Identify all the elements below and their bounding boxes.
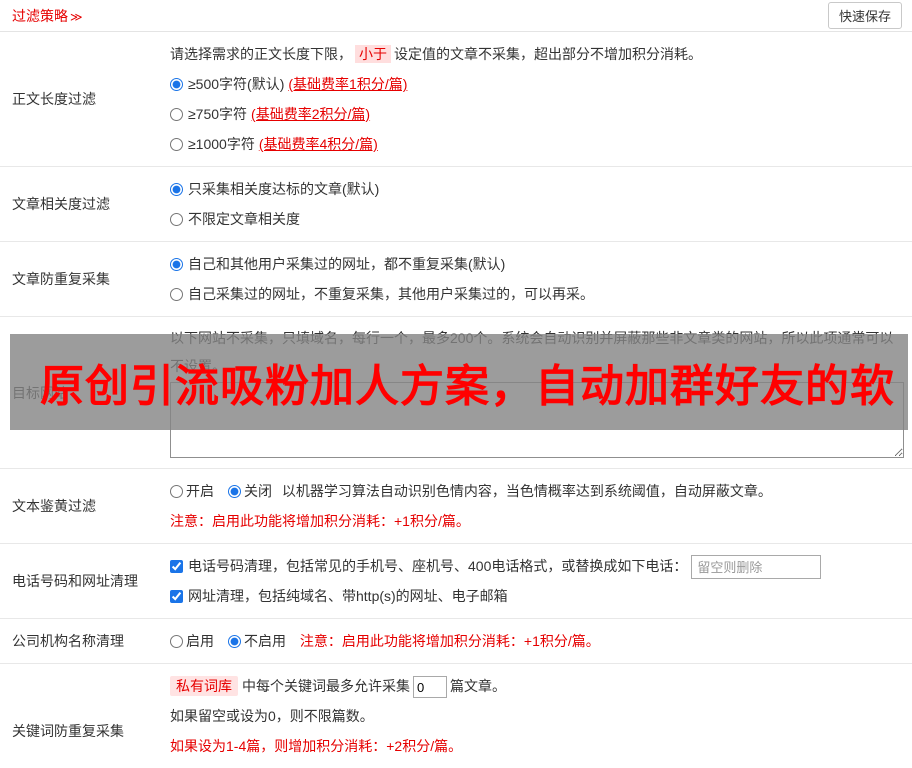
private-lexicon-tag: 私有词库: [170, 676, 238, 696]
target-sites-label: 目标网站: [12, 384, 68, 401]
length-750-fee-note: (基础费率2积分/篇): [251, 106, 371, 122]
page-title: 过滤策略 ≫: [12, 6, 83, 26]
porn-on-radio[interactable]: [170, 485, 183, 498]
keyword-limit-line: 私有词库中每个关键词最多允许采集 篇文章。: [170, 671, 904, 701]
porn-off-radio[interactable]: [228, 485, 241, 498]
length-750-radio[interactable]: [170, 108, 183, 121]
relevance-option-any: 不限定文章相关度: [170, 204, 904, 234]
keyword-dedup-label: 关键词防重复采集: [12, 723, 124, 739]
porn-on-text: 开启: [186, 483, 214, 499]
row-content-length: 正文长度过滤 请选择需求的正文长度下限， 小于 设定值的文章不采集，超出部分不增加积…: [0, 32, 912, 167]
target-sites-description: 以下网站不采集，只填域名，每行一个，最多200个。系统会自动识别并屏蔽那些非文章…: [170, 330, 894, 374]
length-1000-radio[interactable]: [170, 138, 183, 151]
less-than-highlight: 小于: [355, 45, 391, 63]
content-length-intro: 请选择需求的正文长度下限， 小于 设定值的文章不采集，超出部分不增加积分消耗。: [170, 39, 904, 69]
content-length-label: 正文长度过滤: [12, 91, 96, 107]
row-article-dedup: 文章防重复采集 自己和其他用户采集过的网址，都不重复采集(默认) 自己采集过的网…: [0, 242, 912, 317]
company-on-radio[interactable]: [170, 635, 183, 648]
length-option-1000: ≥1000字符 (基础费率4积分/篇): [170, 129, 904, 159]
length-1000-text: ≥1000字符: [188, 136, 255, 152]
row-porn-filter: 文本鉴黄过滤 开启 关闭 以机器学习算法自动识别色情内容，当色情概率达到系统阈值，…: [0, 468, 912, 544]
row-relevance: 文章相关度过滤 只采集相关度达标的文章(默认) 不限定文章相关度: [0, 167, 912, 242]
company-off-radio[interactable]: [228, 635, 241, 648]
dedup-self-text: 自己采集过的网址，不重复采集，其他用户采集过的，可以再采。: [188, 286, 594, 302]
keyword-note-zero: 如果留空或设为0，则不限篇数。: [170, 708, 374, 724]
page-title-text: 过滤策略: [12, 7, 68, 24]
quick-save-button[interactable]: 快速保存: [827, 2, 902, 29]
dedup-self-radio[interactable]: [170, 288, 183, 301]
dedup-option-global: 自己和其他用户采集过的网址，都不重复采集(默认): [170, 249, 904, 279]
collapse-chevron-icon[interactable]: ≫: [70, 10, 83, 24]
url-clean-line: 网址清理，包括纯域名、带http(s)的网址、电子邮箱: [170, 581, 904, 611]
intro-post-text: 设定值的文章不采集，超出部分不增加积分消耗。: [394, 46, 702, 62]
keyword-limit-end-text: 篇文章。: [450, 678, 506, 694]
relevance-any-text: 不限定文章相关度: [188, 211, 300, 227]
keyword-note-five: 如果设为5篇或以上，也不会额外增加积分消耗。注意事项≫: [170, 761, 904, 768]
company-clean-options: 启用 不启用 注意：启用此功能将增加积分消耗：+1积分/篇。: [170, 626, 904, 656]
porn-filter-cost-note: 注意：启用此功能将增加积分消耗：+1积分/篇。: [170, 513, 470, 529]
length-500-fee-note: (基础费率1积分/篇): [288, 76, 408, 92]
phone-url-label: 电话号码和网址清理: [12, 573, 138, 589]
length-500-radio[interactable]: [170, 78, 183, 91]
relevance-strict-radio[interactable]: [170, 183, 183, 196]
keyword-limit-mid-text: 中每个关键词最多允许采集: [242, 678, 410, 694]
url-clean-text: 网址清理，包括纯域名、带http(s)的网址、电子邮箱: [188, 588, 508, 604]
porn-filter-description: 以机器学习算法自动识别色情内容，当色情概率达到系统阈值，自动屏蔽文章。: [281, 483, 772, 499]
porn-off-text: 关闭: [244, 483, 272, 499]
row-target-sites: 目标网站 以下网站不采集，只填域名，每行一个，最多200个。系统会自动识别并屏蔽…: [0, 317, 912, 468]
topbar: 过滤策略 ≫ 快速保存: [0, 0, 912, 32]
excluded-sites-textarea[interactable]: [170, 382, 904, 458]
company-on-text: 启用: [186, 633, 214, 649]
length-500-text: ≥500字符(默认): [188, 76, 285, 92]
length-750-text: ≥750字符: [188, 106, 248, 122]
company-clean-label: 公司机构名称清理: [12, 633, 124, 649]
relevance-strict-text: 只采集相关度达标的文章(默认): [188, 181, 380, 197]
relevance-option-strict: 只采集相关度达标的文章(默认): [170, 174, 904, 204]
porn-filter-options: 开启 关闭 以机器学习算法自动识别色情内容，当色情概率达到系统阈值，自动屏蔽文章。: [170, 476, 904, 506]
relevance-label: 文章相关度过滤: [12, 196, 110, 212]
porn-filter-label: 文本鉴黄过滤: [12, 498, 96, 514]
max-articles-input[interactable]: [413, 676, 447, 699]
intro-pre-text: 请选择需求的正文长度下限，: [170, 46, 352, 62]
keyword-note-cost: 如果设为1-4篇，则增加积分消耗：+2积分/篇。: [170, 738, 463, 754]
phone-clean-line: 电话号码清理，包括常见的手机号、座机号、400电话格式，或替换成如下电话：: [170, 551, 904, 581]
company-off-text: 不启用: [244, 633, 286, 649]
length-option-500: ≥500字符(默认) (基础费率1积分/篇): [170, 69, 904, 99]
relevance-any-radio[interactable]: [170, 213, 183, 226]
company-cost-note: 注意：启用此功能将增加积分消耗：+1积分/篇。: [299, 633, 600, 649]
phone-clean-checkbox[interactable]: [170, 560, 183, 573]
length-option-750: ≥750字符 (基础费率2积分/篇): [170, 99, 904, 129]
dedup-option-self: 自己采集过的网址，不重复采集，其他用户采集过的，可以再采。: [170, 279, 904, 309]
url-clean-checkbox[interactable]: [170, 590, 183, 603]
row-keyword-dedup: 关键词防重复采集 私有词库中每个关键词最多允许采集 篇文章。 如果留空或设为0，则…: [0, 664, 912, 768]
article-dedup-label: 文章防重复采集: [12, 271, 110, 287]
row-phone-url-clean: 电话号码和网址清理 电话号码清理，包括常见的手机号、座机号、400电话格式，或替…: [0, 544, 912, 619]
row-company-clean: 公司机构名称清理 启用 不启用 注意：启用此功能将增加积分消耗：+1积分/篇。: [0, 619, 912, 664]
length-1000-fee-note: (基础费率4积分/篇): [258, 136, 378, 152]
dedup-global-radio[interactable]: [170, 258, 183, 271]
filter-strategy-page: 过滤策略 ≫ 快速保存 正文长度过滤 请选择需求的正文长度下限， 小于 设定值的文章不…: [0, 0, 912, 768]
phone-clean-text: 电话号码清理，包括常见的手机号、座机号、400电话格式，或替换成如下电话：: [188, 558, 688, 574]
replacement-phone-input[interactable]: [691, 555, 822, 580]
dedup-global-text: 自己和其他用户采集过的网址，都不重复采集(默认): [188, 256, 506, 272]
